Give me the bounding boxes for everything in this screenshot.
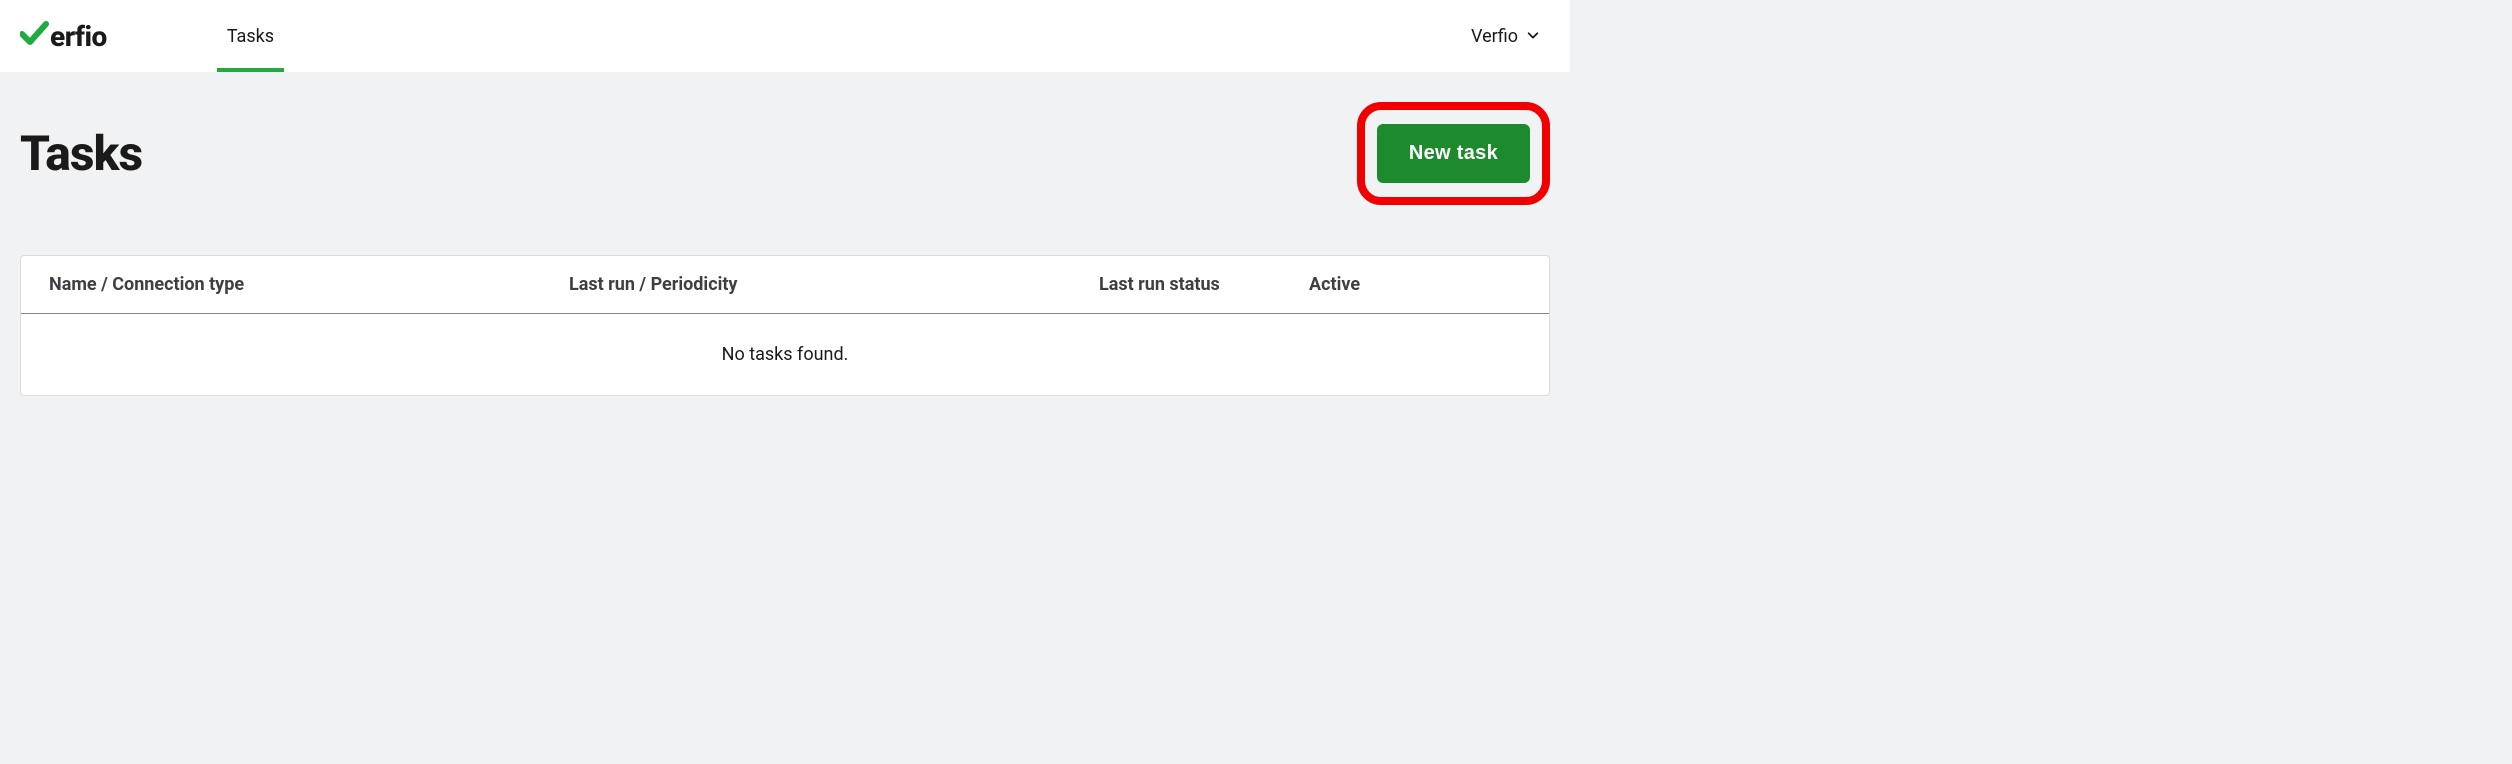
org-name: Verfio — [1471, 26, 1518, 47]
column-header-lastrun: Last run / Periodicity — [569, 274, 1099, 295]
page-title: Tasks — [20, 125, 142, 182]
column-header-active: Active — [1309, 274, 1521, 295]
main-content: Tasks New task Name / Connection type La… — [0, 72, 1570, 426]
table-header-row: Name / Connection type Last run / Period… — [21, 256, 1549, 314]
new-task-button[interactable]: New task — [1377, 124, 1530, 183]
page-header: Tasks New task — [20, 102, 1550, 205]
nav-tab-tasks[interactable]: Tasks — [207, 0, 294, 72]
nav-tabs: Tasks — [207, 0, 294, 72]
header: erfio Tasks Verfio — [0, 0, 1570, 72]
org-dropdown[interactable]: Verfio — [1461, 26, 1550, 47]
column-header-name: Name / Connection type — [49, 274, 569, 295]
logo-text: erfio — [50, 20, 107, 53]
column-header-status: Last run status — [1099, 274, 1309, 295]
chevron-down-icon — [1526, 27, 1540, 46]
logo[interactable]: erfio — [20, 20, 107, 53]
new-task-highlight: New task — [1357, 102, 1550, 205]
empty-state: No tasks found. — [21, 314, 1549, 395]
logo-check-icon — [20, 20, 50, 52]
tasks-table: Name / Connection type Last run / Period… — [20, 255, 1550, 396]
